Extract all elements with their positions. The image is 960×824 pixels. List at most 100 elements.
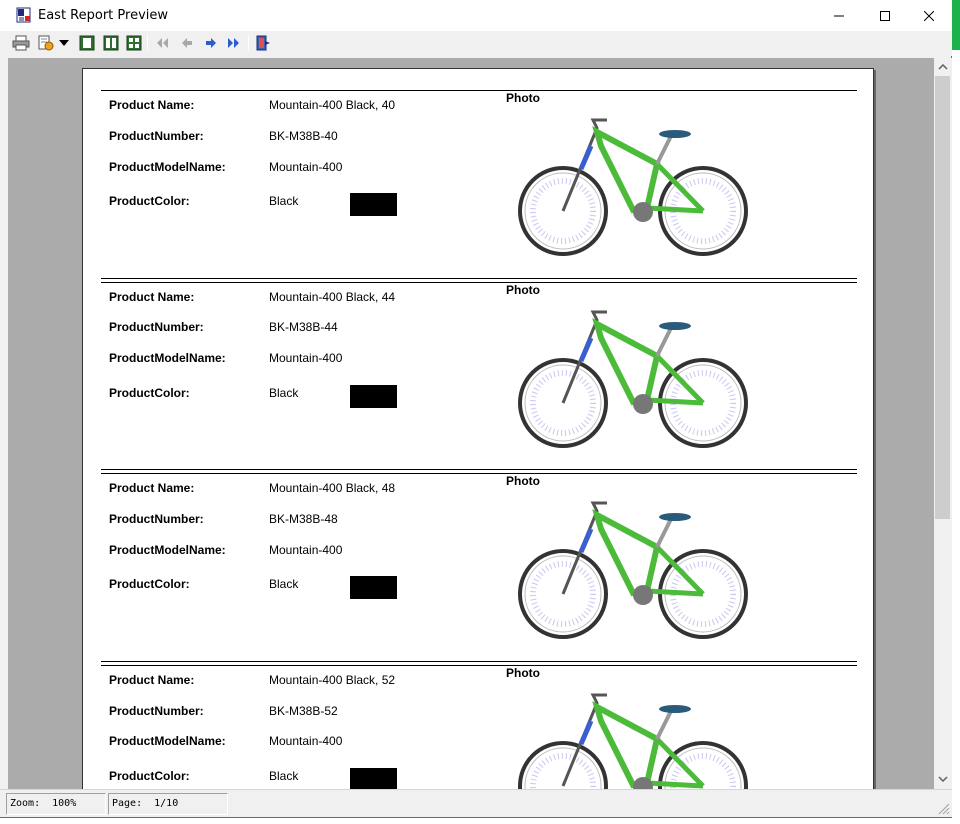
two-pages-button[interactable]: [102, 34, 120, 52]
page-setup-button[interactable]: [37, 34, 55, 52]
bike-photo-icon: [518, 118, 748, 256]
maximize-icon: [880, 10, 890, 21]
record-2: Product Name: Mountain-400 Black, 44 Pro…: [101, 282, 857, 472]
product-number-value: BK-M38B-40: [269, 129, 338, 143]
product-number-label: ProductNumber:: [109, 129, 204, 143]
resize-grip-icon[interactable]: [938, 803, 950, 815]
prev-page-icon: [182, 38, 192, 48]
photo-label: Photo: [506, 666, 540, 680]
print-icon: [12, 35, 30, 51]
print-button[interactable]: [12, 34, 30, 52]
close-button[interactable]: [906, 0, 952, 31]
preview-toolbar: [0, 31, 952, 56]
product-model-name-label: ProductModelName:: [109, 734, 226, 748]
product-color-label: ProductColor:: [109, 194, 190, 208]
last-page-icon: [228, 38, 239, 48]
bike-photo-icon: [518, 310, 748, 448]
product-model-name-label: ProductModelName:: [109, 543, 226, 557]
minimize-icon: [834, 15, 844, 16]
record-top-line: [101, 282, 857, 283]
page-status: Page: 1/10: [108, 793, 228, 815]
product-model-name-label: ProductModelName:: [109, 351, 226, 365]
color-swatch: [350, 576, 397, 599]
product-name-value: Mountain-400 Black, 40: [269, 98, 396, 112]
single-page-icon: [79, 35, 95, 51]
report-preview-window: East Report Preview Product Name: Mounta…: [0, 0, 952, 818]
product-model-name-value: Mountain-400: [269, 734, 343, 748]
scroll-down-icon[interactable]: [938, 776, 948, 782]
toolbar-separator: [147, 35, 148, 51]
product-model-name-value: Mountain-400: [269, 543, 343, 557]
product-color-label: ProductColor:: [109, 386, 190, 400]
page-setup-icon: [38, 35, 54, 51]
first-page-icon: [157, 38, 168, 48]
product-name-value: Mountain-400 Black, 48: [269, 481, 396, 495]
first-page-button[interactable]: [153, 34, 171, 52]
product-color-value: Black: [269, 769, 299, 783]
product-number-value: BK-M38B-44: [269, 320, 338, 334]
prev-page-button[interactable]: [178, 34, 196, 52]
report-preview-area[interactable]: Product Name: Mountain-400 Black, 40 Pro…: [8, 58, 934, 789]
zoom-status: Zoom: 100%: [6, 793, 106, 815]
next-page-button[interactable]: [202, 34, 220, 52]
next-page-icon: [206, 38, 216, 48]
product-number-label: ProductNumber:: [109, 512, 204, 526]
color-swatch: [350, 768, 397, 789]
scroll-up-icon[interactable]: [938, 64, 948, 70]
product-model-name-label: ProductModelName:: [109, 160, 226, 174]
status-bar: Zoom: 100% Page: 1/10: [0, 789, 952, 817]
product-color-value: Black: [269, 194, 299, 208]
close-preview-button[interactable]: [254, 34, 272, 52]
window-title: East Report Preview: [38, 8, 169, 23]
last-page-button[interactable]: [225, 34, 243, 52]
record-bottom-line: [101, 469, 857, 470]
close-preview-icon: [256, 35, 270, 51]
record-top-line: [101, 473, 857, 474]
record-3: Product Name: Mountain-400 Black, 48 Pro…: [101, 473, 857, 663]
product-model-name-value: Mountain-400: [269, 351, 343, 365]
product-number-value: BK-M38B-48: [269, 512, 338, 526]
record-top-line: [101, 665, 857, 666]
record-4: Product Name: Mountain-400 Black, 52 Pro…: [101, 665, 857, 789]
bike-photo-icon: [518, 501, 748, 639]
product-color-value: Black: [269, 386, 299, 400]
product-name-label: Product Name:: [109, 98, 195, 112]
report-app-icon: [16, 7, 31, 23]
record-bottom-line: [101, 278, 857, 279]
photo-label: Photo: [506, 283, 540, 297]
dropdown-arrow-icon: [59, 40, 69, 46]
photo-label: Photo: [506, 91, 540, 105]
product-name-value: Mountain-400 Black, 52: [269, 673, 396, 687]
single-page-button[interactable]: [78, 34, 96, 52]
color-swatch: [350, 193, 397, 216]
multiple-pages-icon: [126, 35, 142, 51]
product-name-label: Product Name:: [109, 290, 195, 304]
page-setup-dropdown[interactable]: [58, 34, 70, 52]
product-number-label: ProductNumber:: [109, 704, 204, 718]
record-1: Product Name: Mountain-400 Black, 40 Pro…: [101, 90, 857, 280]
product-color-label: ProductColor:: [109, 577, 190, 591]
background-window-edge: [952, 0, 960, 50]
product-number-label: ProductNumber:: [109, 320, 204, 334]
close-icon: [924, 10, 934, 21]
product-color-value: Black: [269, 577, 299, 591]
maximize-button[interactable]: [862, 0, 908, 31]
minimize-button[interactable]: [816, 0, 862, 31]
product-name-value: Mountain-400 Black, 44: [269, 290, 396, 304]
title-bar[interactable]: East Report Preview: [0, 0, 952, 31]
product-name-label: Product Name:: [109, 481, 195, 495]
photo-label: Photo: [506, 474, 540, 488]
multiple-pages-button[interactable]: [125, 34, 143, 52]
desktop-background: [952, 0, 960, 824]
record-top-line: [101, 90, 857, 91]
product-number-value: BK-M38B-52: [269, 704, 338, 718]
vertical-scrollbar[interactable]: [934, 58, 952, 789]
record-bottom-line: [101, 661, 857, 662]
product-color-label: ProductColor:: [109, 769, 190, 783]
bike-photo-icon: [518, 693, 748, 789]
scrollbar-thumb[interactable]: [935, 76, 950, 519]
color-swatch: [350, 385, 397, 408]
product-name-label: Product Name:: [109, 673, 195, 687]
report-page: Product Name: Mountain-400 Black, 40 Pro…: [82, 68, 874, 789]
toolbar-separator: [248, 35, 249, 51]
